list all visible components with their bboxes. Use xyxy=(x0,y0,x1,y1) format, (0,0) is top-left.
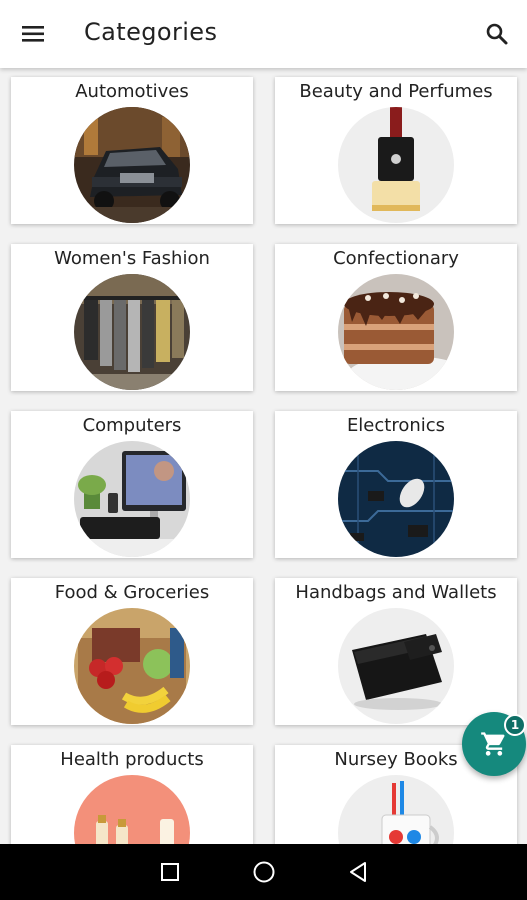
category-grid: Automotives Beauty and Perfumes Women's … xyxy=(0,68,527,844)
cart-count-badge: 1 xyxy=(504,714,526,736)
app-screen: Categories Automotives Beauty and Perfum… xyxy=(0,0,527,900)
grocery-box-photo xyxy=(74,608,190,724)
home-button[interactable] xyxy=(248,856,280,888)
shopping-cart-icon xyxy=(481,732,505,756)
clothing-rack-photo xyxy=(74,274,190,390)
category-label: Health products xyxy=(60,749,204,770)
category-label: Computers xyxy=(82,415,182,436)
category-card-confectionary[interactable]: Confectionary xyxy=(275,244,517,391)
circuit-board-photo xyxy=(338,441,454,557)
category-card-health-products[interactable]: Health products xyxy=(11,745,253,844)
recents-button[interactable] xyxy=(154,856,186,888)
triangle-back-icon xyxy=(350,862,366,882)
health-bottles-photo xyxy=(74,775,190,844)
category-card-computers[interactable]: Computers xyxy=(11,411,253,558)
car-photo xyxy=(74,107,190,223)
circle-home-icon xyxy=(253,861,275,883)
category-card-womens-fashion[interactable]: Women's Fashion xyxy=(11,244,253,391)
category-label: Handbags and Wallets xyxy=(295,582,497,603)
page-title: Categories xyxy=(84,18,218,46)
search-button[interactable] xyxy=(477,14,517,54)
search-icon xyxy=(486,23,508,45)
perfume-bottle-photo xyxy=(338,107,454,223)
square-recents-icon xyxy=(161,863,179,881)
category-card-food-and-groceries[interactable]: Food & Groceries xyxy=(11,578,253,725)
menu-button[interactable] xyxy=(14,14,54,54)
category-card-electronics[interactable]: Electronics xyxy=(275,411,517,558)
category-card-beauty-and-perfumes[interactable]: Beauty and Perfumes xyxy=(275,77,517,224)
black-wallet-photo xyxy=(338,608,454,724)
app-bar: Categories xyxy=(0,0,527,68)
category-label: Automotives xyxy=(75,81,189,102)
category-label: Women's Fashion xyxy=(54,248,210,269)
category-label: Beauty and Perfumes xyxy=(299,81,493,102)
system-navigation-bar xyxy=(0,844,527,900)
colorful-mug-photo xyxy=(338,775,454,844)
category-label: Confectionary xyxy=(333,248,459,269)
desktop-computer-photo xyxy=(74,441,190,557)
back-button[interactable] xyxy=(342,856,374,888)
chocolate-cake-photo xyxy=(338,274,454,390)
category-card-handbags-and-wallets[interactable]: Handbags and Wallets xyxy=(275,578,517,725)
category-label: Electronics xyxy=(346,415,446,436)
category-card-automotives[interactable]: Automotives xyxy=(11,77,253,224)
hamburger-menu-icon xyxy=(22,26,44,42)
category-label: Food & Groceries xyxy=(54,582,210,603)
